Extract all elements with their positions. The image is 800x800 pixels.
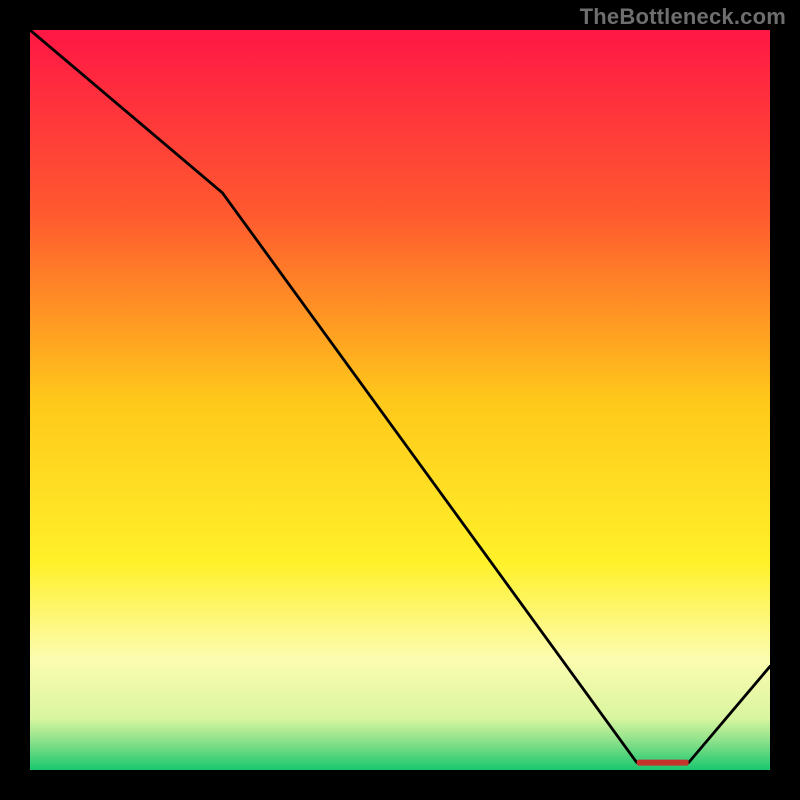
watermark-text: TheBottleneck.com (580, 4, 786, 30)
chart-root: TheBottleneck.com (0, 0, 800, 800)
plot-frame (30, 30, 770, 770)
plot-gradient-bg (30, 30, 770, 770)
